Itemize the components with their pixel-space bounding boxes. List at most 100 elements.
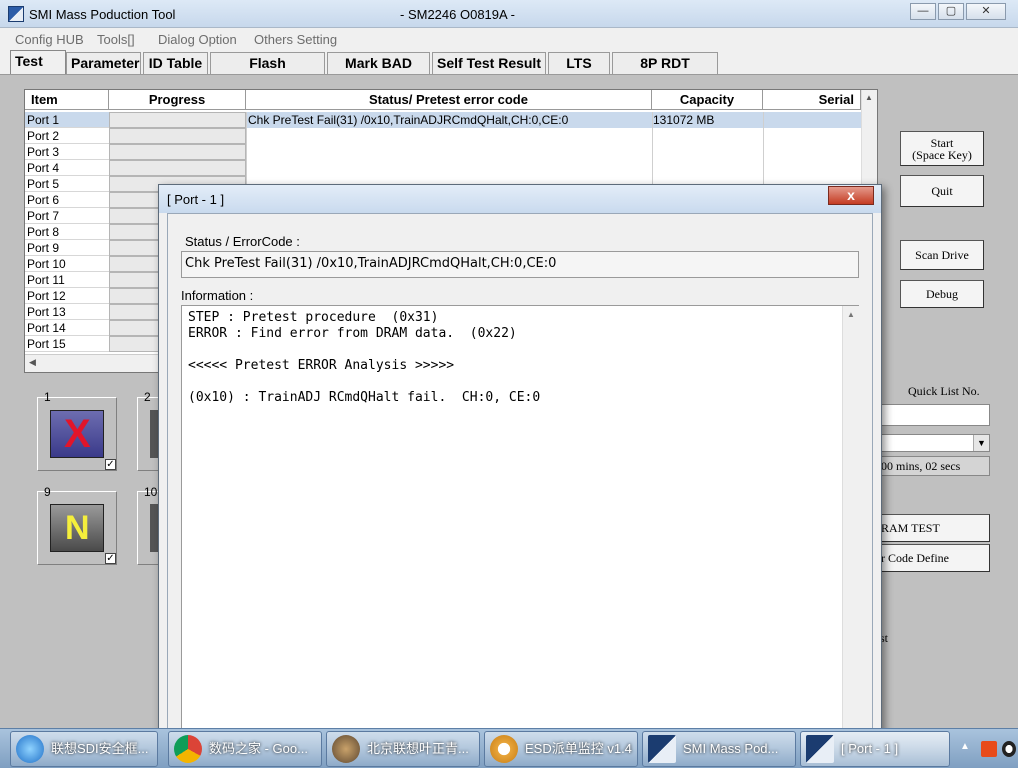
debug-button[interactable]: Debug [900, 280, 984, 308]
port-item[interactable]: Port 13 [25, 304, 109, 320]
scroll-left-icon[interactable]: ◀ [29, 357, 36, 368]
col-status[interactable]: Status/ Pretest error code [246, 90, 652, 110]
search-icon [490, 735, 518, 763]
port-item[interactable]: Port 2 [25, 128, 109, 144]
port-item[interactable]: Port 14 [25, 320, 109, 336]
tab-lts-info[interactable]: LTS Info [548, 52, 610, 91]
quit-button[interactable]: Quit [900, 175, 984, 207]
tray-app-icon[interactable] [981, 741, 997, 757]
progress-cell [109, 112, 246, 128]
tab-flash-diagnosis[interactable]: Flash Diagnosis [210, 52, 325, 91]
info-vertical-scrollbar[interactable]: ▲ [842, 306, 859, 728]
taskbar-item-active[interactable]: [ Port - 1 ] [800, 731, 950, 767]
taskbar-item[interactable]: SMI Mass Pod... [642, 731, 796, 767]
tile-number: 2 [144, 390, 151, 404]
port-tile-9[interactable]: N ✓ [37, 491, 117, 565]
port-item[interactable]: Port 8 [25, 224, 109, 240]
port-item[interactable]: Port 6 [25, 192, 109, 208]
start-button[interactable]: Start (Space Key) [900, 131, 984, 166]
ie-icon [16, 735, 44, 763]
taskbar-item-label: ESD派单监控 v1.4 [525, 741, 632, 756]
quick-list-input[interactable] [878, 404, 990, 426]
information-label: Information : [181, 288, 254, 303]
taskbar-item[interactable]: ESD派单监控 v1.4 [484, 731, 638, 767]
port-item[interactable]: Port 10 [25, 256, 109, 272]
tab-id-table[interactable]: ID Table [143, 52, 208, 74]
status-label: Status / ErrorCode : [185, 234, 300, 249]
menu-dialog-option[interactable]: Dialog Option [158, 32, 237, 47]
menu-config-hub[interactable]: Config HUB [15, 32, 84, 47]
tab-parameter[interactable]: Parameter [66, 52, 141, 74]
tile-number: 1 [44, 390, 51, 404]
menu-tools[interactable]: Tools[] [97, 32, 135, 47]
col-capacity[interactable]: Capacity [652, 90, 763, 110]
tile-checkbox[interactable]: ✓ [105, 553, 116, 564]
minimize-button[interactable]: — [910, 3, 936, 20]
tile-number: 10 [144, 485, 158, 499]
maximize-button[interactable]: ▢ [938, 3, 964, 20]
tile-checkbox[interactable]: ✓ [105, 459, 116, 470]
port-tile-1[interactable]: X ✓ [37, 397, 117, 471]
information-text: STEP : Pretest procedure (0x31) ERROR : … [188, 310, 541, 405]
progress-cell [109, 160, 246, 176]
quick-list-select[interactable]: ▼ [878, 434, 990, 452]
port-tile-2[interactable] [137, 397, 160, 471]
taskbar-item-label: 联想SDI安全框... [51, 741, 149, 756]
status-field[interactable]: Chk PreTest Fail(31) /0x10,TrainADJRCmdQ… [181, 251, 859, 278]
port-item[interactable]: Port 3 [25, 144, 109, 160]
elapsed-timer: 00 mins, 02 secs [878, 456, 990, 476]
taskbar-item[interactable]: 北京联想叶正青... [326, 731, 480, 767]
dialog-title: [ Port - 1 ] [167, 192, 225, 207]
port-item[interactable]: Port 15 [25, 336, 109, 352]
progress-cell [109, 144, 246, 160]
port-item[interactable]: Port 11 [25, 272, 109, 288]
start-shortcut-label: (Space Key) [912, 147, 972, 162]
tray-expand-icon[interactable]: ▲ [960, 741, 970, 752]
window-title: SMI Mass Poduction Tool [29, 7, 176, 22]
qq-icon[interactable] [1002, 741, 1016, 757]
col-progress[interactable]: Progress [109, 90, 246, 110]
progress-cell [109, 128, 246, 144]
close-window-button[interactable]: ✕ [966, 3, 1006, 20]
scan-drive-button[interactable]: Scan Drive [900, 240, 984, 270]
tab-test[interactable]: Test [10, 50, 66, 75]
scroll-up-icon[interactable]: ▲ [847, 310, 855, 319]
tab-8p-rdt-result[interactable]: 8P RDT Result [612, 52, 718, 91]
row1-capacity: 131072 MB [653, 113, 715, 127]
watermark-logo: 数码之家 [410, 625, 534, 658]
taskbar-item[interactable]: 联想SDI安全框... [10, 731, 158, 767]
smi-icon [648, 735, 676, 763]
port-item[interactable]: Port 1 [25, 112, 109, 128]
tab-self-test-result[interactable]: Self Test Result [432, 52, 546, 74]
no-drive-status-icon: N [50, 504, 104, 552]
port-item[interactable]: Port 9 [25, 240, 109, 256]
dram-test-button[interactable]: RAM TEST [878, 514, 990, 542]
scroll-up-icon[interactable]: ▲ [865, 93, 873, 102]
watermark-url: MYDIGIT.NET [472, 656, 591, 675]
col-serial[interactable]: Serial [763, 90, 861, 110]
contact-icon [332, 735, 360, 763]
port-item[interactable]: Port 4 [25, 160, 109, 176]
app-icon [8, 6, 24, 22]
menu-bar: Config HUB Tools[] Dialog Option Others … [0, 29, 1018, 50]
taskbar-item-label: 北京联想叶正青... [367, 741, 469, 756]
grid-horizontal-scrollbar[interactable]: ◀ [25, 354, 165, 372]
taskbar-item-label: [ Port - 1 ] [841, 741, 899, 756]
dropdown-arrow-icon[interactable]: ▼ [973, 435, 989, 451]
port-item[interactable]: Port 5 [25, 176, 109, 192]
quick-list-label: Quick List No. [908, 384, 980, 398]
taskbar-item[interactable]: 数码之家 - Goo... [168, 731, 322, 767]
menu-others-setting[interactable]: Others Setting [254, 32, 337, 47]
tile-number: 9 [44, 485, 51, 499]
port-tile-10[interactable] [137, 491, 160, 565]
tab-mark-bad-info[interactable]: Mark BAD Info [327, 52, 430, 91]
port-item[interactable]: Port 7 [25, 208, 109, 224]
start-label: Start [930, 135, 954, 150]
dialog-close-button[interactable]: x [828, 186, 874, 205]
port-item[interactable]: Port 12 [25, 288, 109, 304]
error-code-define-button[interactable]: r Code Define [878, 544, 990, 572]
col-item[interactable]: Item [25, 90, 109, 110]
tab-bar: Test Parameter ID Table Flash Diagnosis … [0, 50, 1018, 91]
fail-status-icon: X [50, 410, 104, 458]
smi-icon [806, 735, 834, 763]
